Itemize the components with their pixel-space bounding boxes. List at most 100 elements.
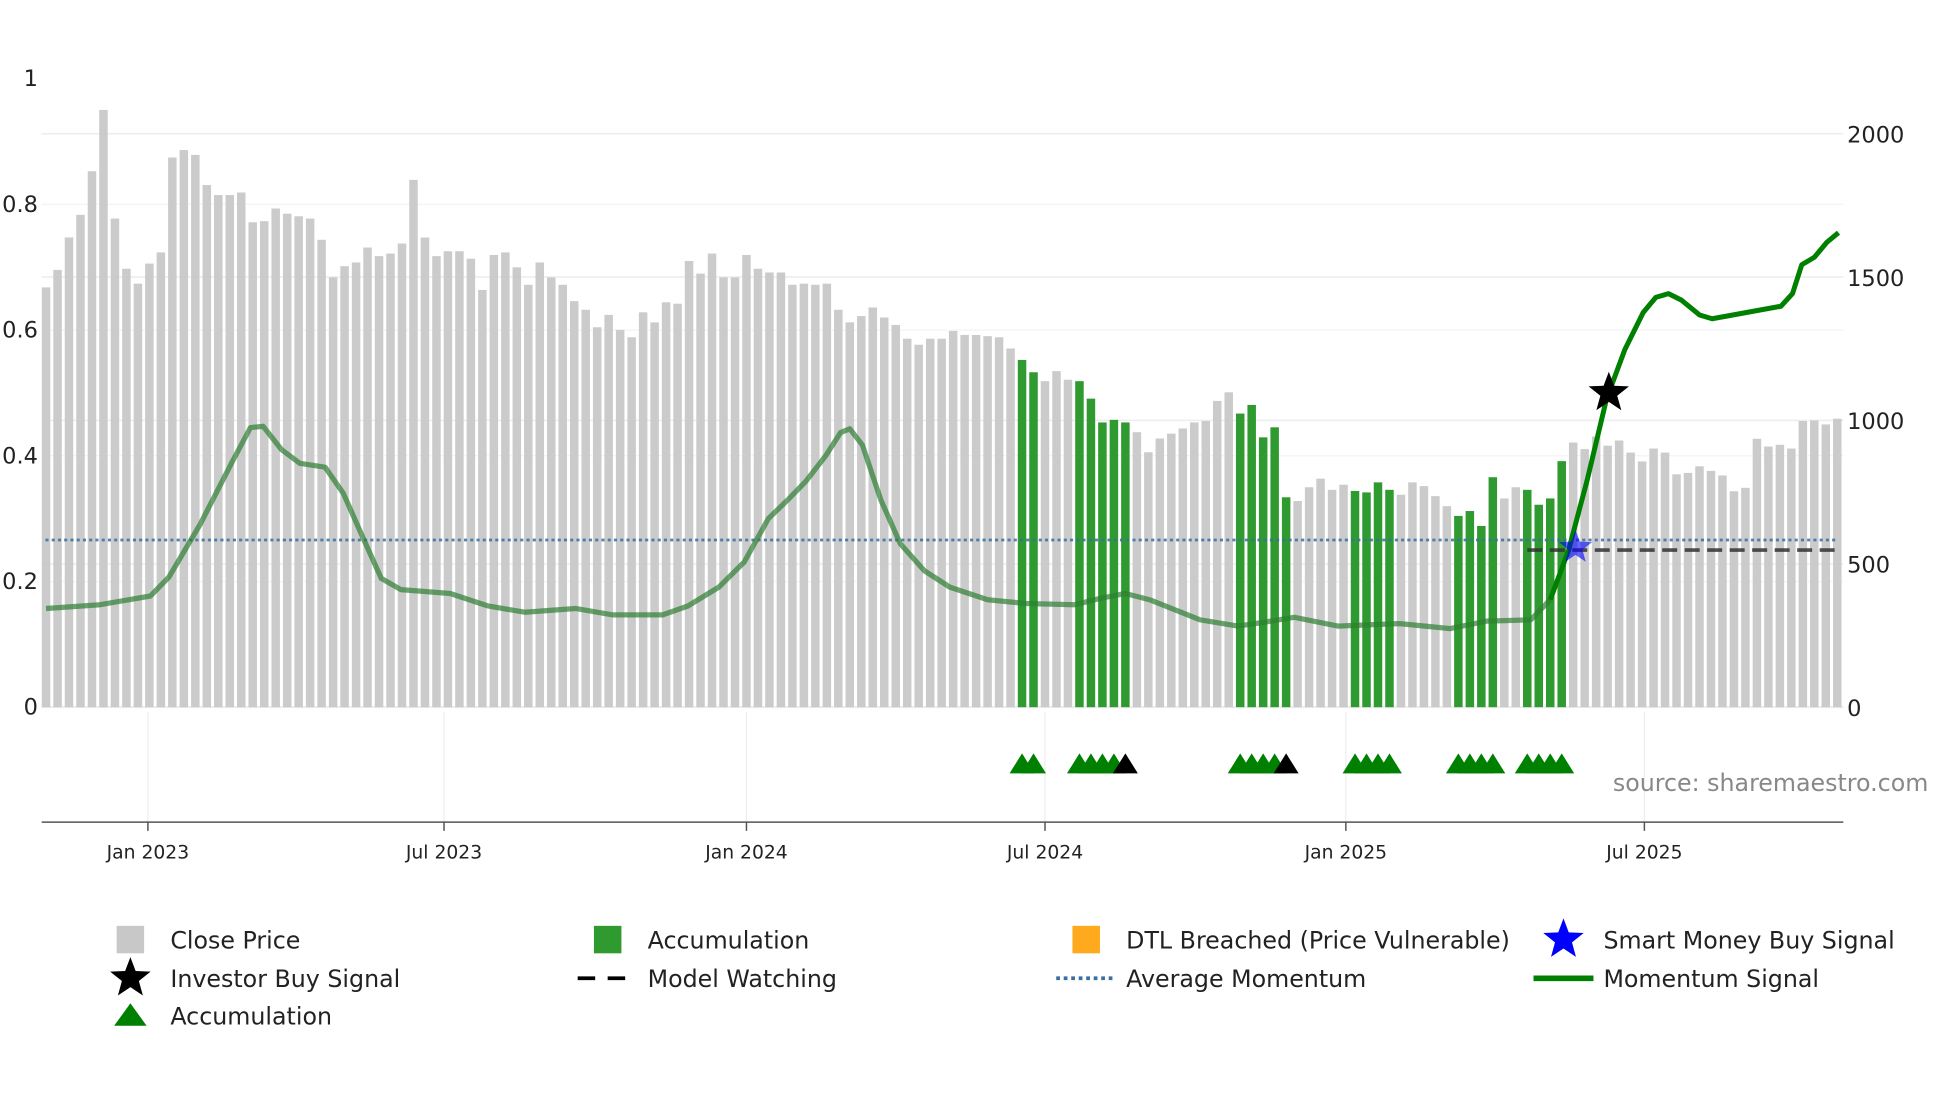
close-price-bar (822, 283, 832, 708)
close-price-bar (857, 316, 866, 708)
close-price-bar (1626, 452, 1635, 708)
close-price-bar (1729, 491, 1739, 708)
close-price-bar (202, 185, 212, 708)
investor-buy-signal-star (1588, 371, 1629, 411)
legend-item: Accumulation (114, 1003, 332, 1031)
left-tick-label: 1 (24, 66, 38, 92)
close-price-bar (1327, 489, 1337, 708)
right-axis: 0 500 1000 1500 2000 (1847, 122, 1904, 721)
close-price-bar (753, 268, 763, 708)
close-price-bar (466, 258, 476, 708)
accumulation-bar (1373, 482, 1383, 708)
black-star-icon (110, 957, 151, 996)
close-price-bar (1660, 452, 1670, 708)
close-price-bar (1752, 438, 1762, 708)
accumulation-bar (1488, 477, 1498, 708)
legend-label: Average Momentum (1126, 965, 1366, 993)
close-price-bar (328, 277, 338, 708)
close-price-bar (1798, 421, 1808, 708)
close-price-bar (776, 272, 786, 708)
close-price-bar (1833, 418, 1842, 708)
close-price-bar (1810, 420, 1819, 708)
accumulation-bar (1247, 404, 1256, 708)
close-price-bar (214, 195, 223, 708)
close-price-bar (1511, 487, 1521, 708)
close-price-bar (110, 218, 120, 708)
close-price-bar (742, 254, 751, 708)
gray-square-icon (116, 925, 145, 954)
close-price-bar (1431, 496, 1440, 708)
accumulation-bar (1075, 381, 1084, 708)
accumulation-bar (1523, 489, 1532, 708)
close-price-bar (868, 307, 878, 708)
close-price-bar (443, 251, 453, 708)
legend-item: Smart Money Buy Signal (1543, 918, 1895, 957)
close-price-bar (811, 284, 820, 708)
close-price-bar (1063, 379, 1073, 708)
legend-label: Momentum Signal (1603, 965, 1819, 993)
close-price-bar (409, 179, 418, 708)
close-price-bar (386, 253, 395, 708)
close-price-bar (501, 252, 510, 708)
close-price-bar (455, 251, 464, 708)
close-price-bar (650, 322, 659, 708)
close-price-bar (191, 154, 200, 708)
close-price-bar (983, 336, 992, 708)
close-price-bar (317, 239, 326, 708)
x-tick-label: Jan 2024 (704, 842, 788, 863)
close-price-bar (420, 237, 430, 708)
close-price-bar (374, 256, 384, 708)
close-price-bar (604, 314, 613, 708)
close-price-bar (1419, 486, 1429, 708)
close-price-bar (1568, 442, 1578, 708)
close-price-bar (638, 312, 648, 708)
close-price-bar (1683, 472, 1693, 708)
legend: Close Price Accumulation DTL Breached (Pri… (110, 918, 1895, 1031)
close-price-bar (225, 195, 235, 708)
close-price-bar (994, 337, 1004, 708)
accumulation-bar (1109, 419, 1119, 708)
close-price-bar (592, 327, 602, 708)
close-price-bar (581, 309, 590, 708)
close-price-bar (1775, 444, 1785, 708)
bars (41, 109, 1842, 708)
legend-item: Momentum Signal (1533, 965, 1819, 993)
accumulation-bar (1017, 359, 1027, 708)
accumulation-bar (1362, 492, 1371, 708)
legend-label: Model Watching (648, 965, 837, 993)
close-price-bar (661, 302, 671, 708)
close-price-bar (133, 283, 143, 708)
close-price-bar (53, 269, 62, 708)
close-price-bar (524, 284, 533, 708)
close-price-bar (673, 303, 682, 708)
accumulation-bar (1121, 422, 1130, 708)
close-price-bar (948, 330, 958, 708)
close-price-bar (535, 262, 545, 708)
close-price-bar (1695, 466, 1704, 708)
close-price-bar (1339, 484, 1348, 708)
accumulation-bar (1557, 461, 1566, 708)
close-price-bar (1304, 487, 1314, 708)
close-price-bar (1603, 445, 1612, 708)
close-price-bar (615, 329, 625, 708)
close-price-bar (799, 283, 809, 708)
x-tick-label: Jul 2024 (1006, 842, 1083, 863)
close-price-bar (1442, 506, 1452, 708)
legend-item: DTL Breached (Price Vulnerable) (1072, 925, 1510, 954)
close-price-bar (547, 277, 556, 708)
close-price-bar (87, 171, 97, 708)
accumulation-bar (1281, 497, 1291, 708)
close-price-bar (1190, 422, 1199, 708)
legend-item: Average Momentum (1056, 965, 1366, 993)
close-price-bar (478, 289, 487, 708)
close-price-bar (1316, 478, 1325, 708)
close-price-bar (696, 273, 705, 708)
close-price-bar (489, 254, 499, 708)
close-price-bar (363, 247, 372, 708)
close-price-bar (145, 263, 154, 708)
close-price-bar (1224, 392, 1233, 708)
close-price-bar (1741, 487, 1750, 708)
x-tick-label: Jul 2023 (405, 842, 482, 863)
close-price-bar (684, 261, 694, 708)
legend-item: Close Price (116, 925, 300, 954)
